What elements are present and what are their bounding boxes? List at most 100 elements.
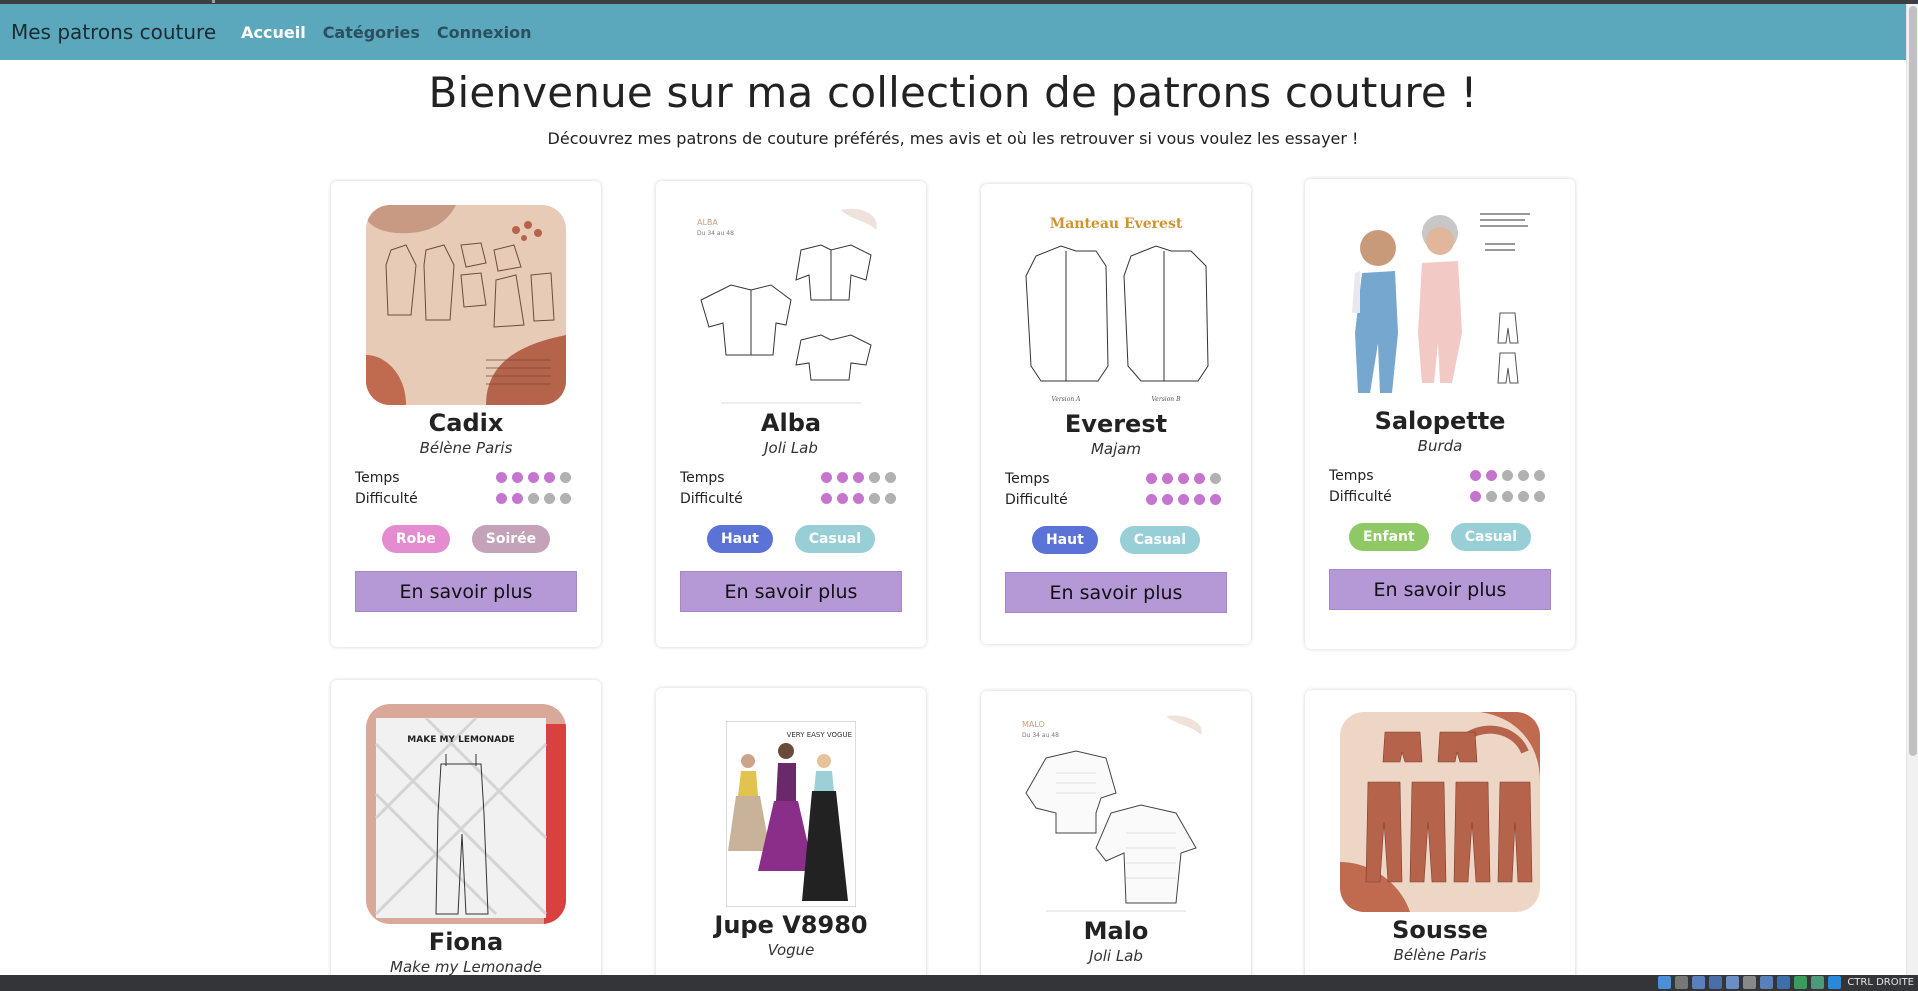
rating-dot (869, 472, 880, 483)
rating-dot (1486, 491, 1497, 502)
difficulte-label: Difficulté (1329, 488, 1392, 505)
pattern-brand: Joli Lab (764, 439, 818, 457)
pattern-title: Alba (760, 409, 822, 437)
ratings: Temps Difficulté (1329, 465, 1551, 507)
rating-dot (528, 493, 539, 504)
temps-label: Temps (1005, 470, 1050, 487)
rating-dot (560, 472, 571, 483)
malo-image-sizes: Du 34 au 48 (1022, 732, 1059, 739)
pattern-title: Sousse (1392, 916, 1488, 944)
rating-dot (869, 493, 880, 504)
alba-image-header: ALBA (697, 218, 718, 227)
rating-dot (853, 493, 864, 504)
tag-badge[interactable]: Haut (706, 525, 773, 553)
tag-badge[interactable]: Haut (1031, 526, 1098, 554)
rating-dot (1194, 473, 1205, 484)
ratings: Temps Difficulté (680, 467, 902, 509)
tag-list: Haut Casual (981, 526, 1251, 554)
difficulte-rating (491, 493, 571, 504)
pattern-brand: Majam (1090, 440, 1142, 458)
window-icon[interactable] (1777, 976, 1791, 989)
green-status-icon[interactable] (1794, 976, 1808, 989)
tag-badge[interactable]: Enfant (1348, 523, 1429, 551)
temps-rating (1465, 470, 1545, 481)
rating-dot (560, 493, 571, 504)
tag-badge[interactable]: Robe (381, 525, 450, 553)
nav-link-accueil[interactable]: Accueil (241, 23, 306, 42)
rating-dot (1162, 494, 1173, 505)
rating-dot (1470, 491, 1481, 502)
temps-label: Temps (680, 469, 725, 486)
mouse-icon[interactable] (1811, 976, 1825, 989)
pattern-title: Jupe V8980 (714, 911, 868, 939)
temps-label: Temps (355, 469, 400, 486)
rating-dot (1502, 470, 1513, 481)
page-title: Bienvenue sur ma collection de patrons c… (428, 68, 1478, 117)
rating-dot (885, 472, 896, 483)
pattern-brand: Joli Lab (1089, 947, 1143, 965)
nav-links: Accueil Catégories Connexion (241, 23, 548, 42)
rating-dot (821, 472, 832, 483)
network-icon[interactable] (1658, 976, 1672, 989)
en-savoir-plus-button[interactable]: En savoir plus (355, 571, 577, 612)
rating-dot (885, 493, 896, 504)
pattern-brand: Bélène Paris (1393, 946, 1487, 964)
screen-icon[interactable] (1760, 976, 1774, 989)
rating-dot (512, 472, 523, 483)
temps-rating (816, 472, 896, 483)
page-scrollbar[interactable] (1906, 4, 1918, 975)
rating-dot (544, 493, 555, 504)
pattern-brand: Make my Lemonade (390, 958, 542, 976)
usb-icon[interactable] (1709, 976, 1723, 989)
rating-dot (1194, 494, 1205, 505)
en-savoir-plus-button[interactable]: En savoir plus (680, 571, 902, 612)
rating-dot (1178, 494, 1189, 505)
display-icon[interactable] (1692, 976, 1706, 989)
pattern-card: ALBA Du 34 au 48 Alba Joli Lab Temps Dif… (656, 181, 926, 647)
pattern-card: MALO Du 34 au 48 Malo Joli Lab (981, 691, 1251, 991)
pattern-image-everest[interactable]: Manteau Everest Version A Version B (1016, 206, 1216, 406)
pattern-image-malo[interactable]: MALO Du 34 au 48 (1016, 713, 1216, 913)
tag-badge[interactable]: Casual (1119, 526, 1201, 554)
rating-dot (496, 493, 507, 504)
rating-dot (1146, 473, 1157, 484)
everest-caption-b: Version B (1152, 396, 1182, 403)
clipboard-icon[interactable] (1743, 976, 1757, 989)
pattern-title: Salopette (1374, 407, 1506, 435)
rating-dot (853, 472, 864, 483)
navbar-brand[interactable]: Mes patrons couture (11, 20, 216, 44)
pattern-image-cadix[interactable] (366, 205, 566, 405)
difficulte-rating (1141, 494, 1221, 505)
disk-icon[interactable] (1675, 976, 1689, 989)
difficulte-label: Difficulté (680, 490, 743, 507)
en-savoir-plus-button[interactable]: En savoir plus (1005, 572, 1227, 613)
pattern-card: VERY EASY VOGUE Jupe V8980 Vogue (656, 688, 926, 991)
rating-dot (837, 493, 848, 504)
tag-badge[interactable]: Casual (1450, 523, 1531, 551)
rating-dot (1178, 473, 1189, 484)
everest-caption-a: Version A (1052, 396, 1082, 403)
malo-image-header: MALO (1022, 720, 1045, 729)
rating-dot (1502, 491, 1513, 502)
pattern-image-sousse[interactable] (1340, 712, 1540, 912)
pattern-image-fiona[interactable]: MAKE MY LEMONADE (366, 704, 566, 924)
tag-badge[interactable]: Soirée (471, 525, 551, 553)
rating-dot (1518, 491, 1529, 502)
folder-icon[interactable] (1726, 976, 1740, 989)
rating-dot (1534, 470, 1545, 481)
tag-badge[interactable]: Casual (794, 525, 876, 553)
difficulte-rating (816, 493, 896, 504)
rating-dot (528, 472, 539, 483)
pattern-image-salopette[interactable] (1340, 203, 1540, 403)
scrollbar-thumb[interactable] (1909, 6, 1917, 756)
download-icon[interactable] (1828, 976, 1842, 989)
rating-dot (512, 493, 523, 504)
pattern-title: Malo (1083, 917, 1149, 945)
pattern-image-jupe[interactable]: VERY EASY VOGUE (726, 721, 856, 907)
nav-link-categories[interactable]: Catégories (323, 23, 420, 42)
alba-image-sizes: Du 34 au 48 (697, 230, 734, 237)
pattern-image-alba[interactable]: ALBA Du 34 au 48 (691, 205, 891, 405)
nav-link-connexion[interactable]: Connexion (437, 23, 532, 42)
en-savoir-plus-button[interactable]: En savoir plus (1329, 569, 1551, 610)
rating-dot (1470, 470, 1481, 481)
